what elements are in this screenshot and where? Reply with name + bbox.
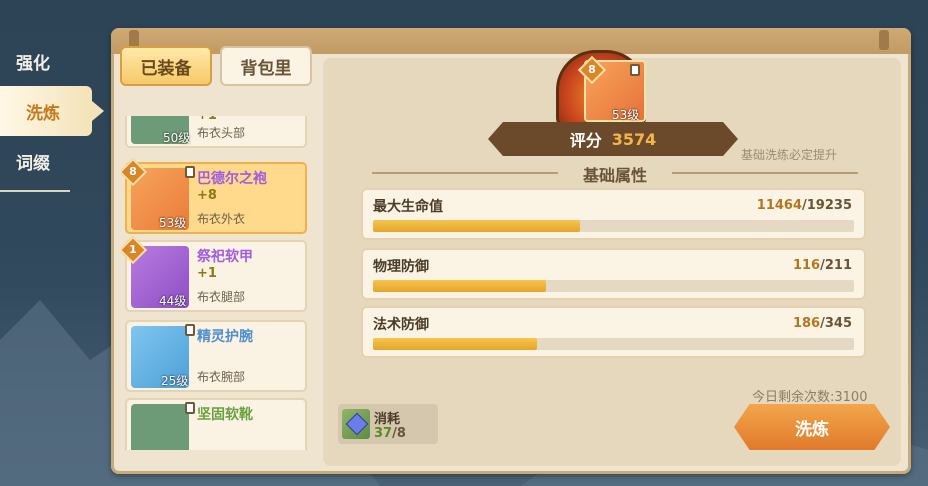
item-plus: +1 bbox=[197, 116, 217, 123]
refine-button[interactable]: 洗炼 bbox=[734, 404, 890, 450]
item-plus: +1 bbox=[197, 266, 217, 281]
item-slot: 布衣腿部 bbox=[197, 290, 246, 304]
item-list: +1 50级 布衣头部 8 53级 巴德尔之袍 +8 布衣外衣 1 44级 祭祀… bbox=[121, 116, 311, 450]
attr-name: 最大生命值 bbox=[373, 199, 443, 215]
remaining-count: 今日剩余次数:3100 bbox=[752, 390, 868, 405]
refine-hint: 基础洗练必定提升 bbox=[741, 148, 838, 162]
item-slot: 布衣腕部 bbox=[197, 370, 246, 384]
item-slot: 布衣外衣 bbox=[197, 212, 246, 226]
tab-strengthen[interactable]: 强化 bbox=[0, 36, 110, 86]
attr-card-magic-defense: 法术防御 186/345 bbox=[361, 306, 866, 358]
tab-affix[interactable]: 词缀 bbox=[0, 136, 110, 186]
item-name: 坚固软靴 bbox=[197, 407, 253, 423]
section-title: 基础属性 bbox=[582, 166, 647, 185]
cost-count: 37/8 bbox=[374, 426, 406, 441]
hook-right-icon bbox=[879, 30, 889, 50]
item-name: 祭祀软甲 bbox=[197, 249, 253, 265]
attr-progress-track bbox=[373, 338, 854, 350]
attr-progress-fill bbox=[373, 280, 547, 292]
item-icon bbox=[131, 404, 189, 450]
item-level: 25级 bbox=[161, 374, 189, 388]
section-divider-left bbox=[372, 172, 558, 174]
item-card-robe[interactable]: 8 53级 巴德尔之袍 +8 布衣外衣 bbox=[121, 157, 307, 234]
attr-card-hp: 最大生命值 11464/19235 bbox=[361, 188, 866, 240]
item-level: 50级 bbox=[163, 131, 191, 145]
tab-refine[interactable]: 洗炼 bbox=[0, 86, 104, 136]
lock-icon bbox=[185, 324, 195, 336]
equip-level: 53级 bbox=[612, 108, 640, 122]
side-tabs: 强化 洗炼 词缀 bbox=[0, 36, 110, 192]
tab-bag[interactable]: 背包里 bbox=[220, 46, 312, 86]
item-card-head[interactable]: +1 50级 布衣头部 bbox=[125, 116, 307, 148]
lock-icon bbox=[630, 64, 640, 76]
attr-progress-fill bbox=[373, 220, 580, 232]
item-level: 53级 bbox=[159, 216, 187, 230]
score-bar: 评分 3574 bbox=[488, 122, 738, 156]
item-name: 精灵护腕 bbox=[197, 329, 253, 345]
item-plus: +8 bbox=[197, 188, 217, 203]
side-divider bbox=[0, 190, 70, 192]
attr-name: 物理防御 bbox=[373, 259, 429, 275]
item-card-boots[interactable]: 坚固软靴 bbox=[125, 398, 307, 450]
tab-equipped[interactable]: 已装备 bbox=[120, 46, 212, 86]
score-label: 评分 bbox=[569, 131, 602, 150]
attr-card-physical-defense: 物理防御 116/211 bbox=[361, 248, 866, 300]
attr-value: 116/211 bbox=[792, 258, 852, 273]
section-divider-right bbox=[672, 172, 858, 174]
attr-progress-track bbox=[373, 220, 854, 232]
item-level: 44级 bbox=[159, 294, 187, 308]
item-card-armor[interactable]: 1 44级 祭祀软甲 +1 布衣腿部 bbox=[121, 235, 307, 312]
score-value: 3574 bbox=[611, 129, 657, 149]
attr-progress-fill bbox=[373, 338, 537, 350]
cost-label: 消耗 bbox=[374, 412, 401, 427]
attr-value: 11464/19235 bbox=[756, 198, 852, 213]
attr-progress-track bbox=[373, 280, 854, 292]
refine-stone-icon bbox=[342, 409, 370, 439]
cost-box: 消耗 37/8 bbox=[338, 404, 438, 444]
item-card-bracer[interactable]: 25级 精灵护腕 布衣腕部 bbox=[125, 320, 307, 392]
attr-name: 法术防御 bbox=[373, 317, 429, 333]
attr-value: 186/345 bbox=[792, 316, 852, 331]
item-slot: 布衣头部 bbox=[197, 126, 246, 140]
lock-icon bbox=[185, 402, 195, 414]
item-name: 巴德尔之袍 bbox=[197, 171, 267, 187]
lock-icon bbox=[185, 166, 195, 178]
